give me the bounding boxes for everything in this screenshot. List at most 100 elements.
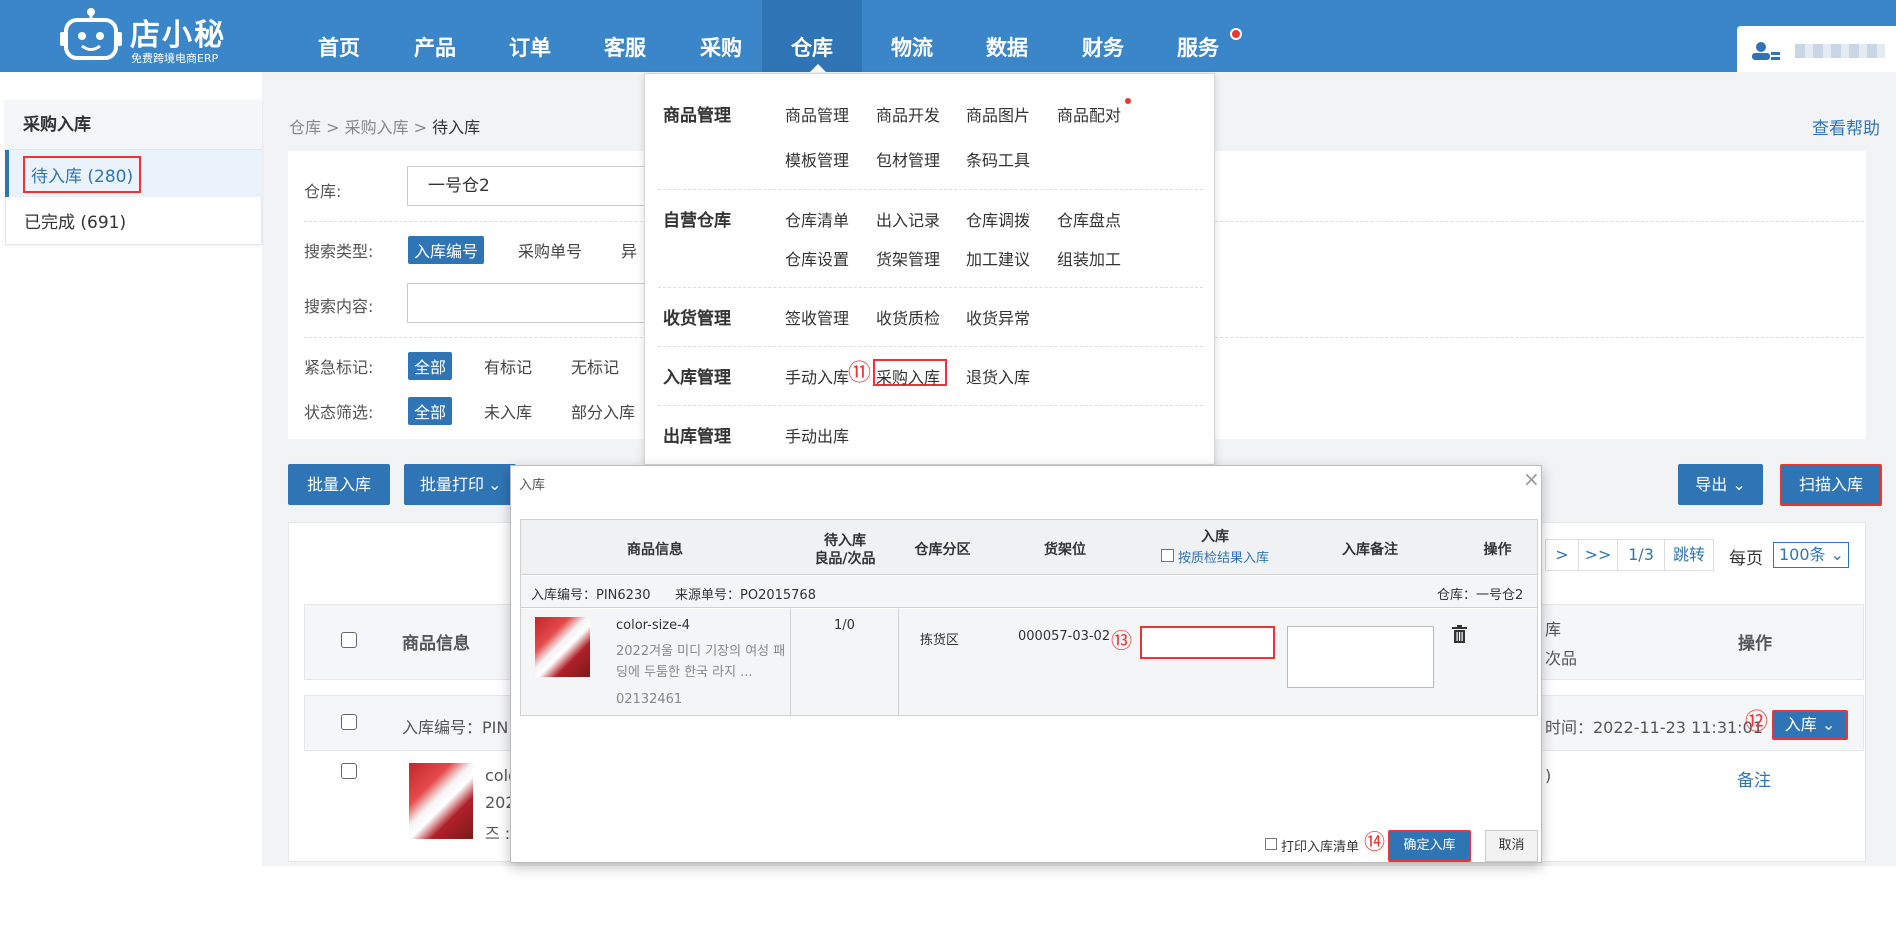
notification-dot bbox=[1230, 28, 1242, 40]
menu-item-product-dev[interactable]: 商品开发 bbox=[876, 102, 940, 126]
export-button[interactable]: 导出 ⌄ bbox=[1678, 464, 1763, 505]
urgent-all[interactable]: 全部 bbox=[408, 352, 453, 380]
per-page-select[interactable]: 100条 ⌄ bbox=[1773, 542, 1849, 568]
status-partial[interactable]: 部分入库 bbox=[571, 399, 635, 423]
status-all[interactable]: 全部 bbox=[408, 397, 453, 425]
batch-print-label: 批量打印 bbox=[420, 475, 485, 494]
menu-item-receiving-qc[interactable]: 收货质检 bbox=[876, 305, 940, 329]
nav-product[interactable]: 产品 bbox=[396, 0, 474, 72]
modal-product-thumbnail bbox=[535, 617, 590, 677]
trash-icon[interactable] bbox=[1452, 625, 1467, 643]
menu-item-manual-out[interactable]: 手动出库 bbox=[785, 423, 849, 447]
close-icon[interactable]: × bbox=[1523, 467, 1540, 491]
active-caret-icon bbox=[810, 64, 826, 72]
menu-divider bbox=[658, 346, 1203, 347]
search-type-exception[interactable]: 异 bbox=[621, 238, 637, 262]
status-not-in[interactable]: 未入库 bbox=[484, 399, 532, 423]
help-link[interactable]: 查看帮助 bbox=[1812, 114, 1880, 139]
nav-purchase[interactable]: 采购 bbox=[682, 0, 760, 72]
pager-last[interactable]: >> bbox=[1578, 539, 1618, 571]
menu-item-processing-advice[interactable]: 加工建议 bbox=[966, 246, 1030, 270]
warehouse-select[interactable]: 一号仓2 bbox=[407, 166, 647, 206]
menu-item-product-pairing[interactable]: 商品配对 bbox=[1057, 102, 1121, 126]
urgent-unmarked[interactable]: 无标记 bbox=[571, 354, 619, 378]
print-list-label[interactable]: 打印入库清单 bbox=[1281, 836, 1359, 855]
in-qty-input[interactable] bbox=[1140, 626, 1275, 659]
menu-section-product-mgmt: 商品管理 bbox=[663, 106, 731, 126]
urgent-marked[interactable]: 有标记 bbox=[484, 354, 532, 378]
qc-result-checkbox[interactable] bbox=[1161, 549, 1174, 562]
batch-in-button[interactable]: 批量入库 bbox=[288, 464, 390, 505]
breadcrumb-current: 待入库 bbox=[432, 118, 481, 137]
nav-order[interactable]: 订单 bbox=[491, 0, 569, 72]
menu-item-warehouse-list[interactable]: 仓库清单 bbox=[785, 207, 849, 231]
sidebar-item-pending-label[interactable]: 待入库 (280) bbox=[23, 156, 142, 193]
search-content-input[interactable] bbox=[407, 283, 647, 323]
menu-item-product-images[interactable]: 商品图片 bbox=[966, 102, 1030, 126]
menu-section-own-warehouse: 自营仓库 bbox=[663, 211, 731, 231]
row-inbound-no: 入库编号：PIN bbox=[402, 718, 509, 737]
menu-item-warehouse-settings[interactable]: 仓库设置 bbox=[785, 246, 849, 270]
row-in-label: 入库 bbox=[1784, 715, 1817, 734]
select-all-checkbox[interactable] bbox=[341, 632, 357, 648]
in-note-textarea[interactable] bbox=[1287, 626, 1434, 688]
search-type-inbound-no[interactable]: 入库编号 bbox=[408, 236, 485, 264]
cancel-button[interactable]: 取消 bbox=[1485, 830, 1538, 862]
qc-result-option[interactable]: 按质检结果入库 bbox=[1178, 547, 1269, 566]
annotation-13: ⑬ bbox=[1111, 629, 1132, 653]
item-checkbox[interactable] bbox=[341, 763, 357, 779]
menu-section-inbound: 入库管理 bbox=[663, 368, 731, 388]
menu-section-receiving: 收货管理 bbox=[663, 309, 731, 329]
annotation-11: ⑪ bbox=[848, 360, 871, 386]
menu-item-purchase-in[interactable]: 采购入库 bbox=[876, 364, 940, 388]
confirm-in-button[interactable]: 确定入库 bbox=[1388, 830, 1471, 862]
breadcrumb-path[interactable]: 仓库 > 采购入库 > bbox=[289, 118, 432, 137]
nav-logistics[interactable]: 物流 bbox=[873, 0, 951, 72]
nav-finance[interactable]: 财务 bbox=[1064, 0, 1142, 72]
modal-col-zone: 仓库分区 bbox=[914, 542, 971, 558]
sidebar-item-pending[interactable]: 待入库 (280) bbox=[5, 150, 262, 197]
pager-jump[interactable]: 跳转 bbox=[1664, 539, 1714, 571]
pager-current: 1/3 bbox=[1617, 539, 1665, 571]
menu-item-receiving-exception[interactable]: 收货异常 bbox=[966, 305, 1030, 329]
print-list-checkbox[interactable] bbox=[1265, 838, 1277, 850]
modal-col-note: 入库备注 bbox=[1342, 542, 1398, 558]
robot-logo-icon[interactable] bbox=[60, 8, 122, 62]
status-label: 状态筛选: bbox=[304, 403, 374, 422]
scan-in-button[interactable]: 扫描入库 bbox=[1780, 464, 1882, 506]
row-in-button[interactable]: 入库 ⌄ bbox=[1772, 710, 1848, 740]
search-type-purchase-no[interactable]: 采购单号 bbox=[518, 238, 582, 262]
menu-item-barcode-tool[interactable]: 条码工具 bbox=[966, 147, 1030, 171]
search-content-label: 搜索内容: bbox=[304, 297, 374, 316]
menu-item-in-out-records[interactable]: 出入记录 bbox=[876, 207, 940, 231]
nav-data[interactable]: 数据 bbox=[968, 0, 1046, 72]
menu-item-assembly[interactable]: 组装加工 bbox=[1057, 246, 1121, 270]
nav-customer-service[interactable]: 客服 bbox=[586, 0, 664, 72]
user-icon[interactable] bbox=[1752, 42, 1780, 60]
logo-title[interactable]: 店小秘 bbox=[130, 10, 226, 54]
pager-next[interactable]: > bbox=[1545, 539, 1579, 571]
modal-col-product: 商品信息 bbox=[627, 542, 683, 558]
row-note-link[interactable]: 备注 bbox=[1737, 766, 1771, 791]
per-page-label: 每页 bbox=[1729, 549, 1763, 569]
batch-print-button[interactable]: 批量打印 ⌄ bbox=[404, 464, 516, 505]
row-checkbox[interactable] bbox=[341, 714, 357, 730]
modal-col-pending-line1: 待入库 bbox=[824, 533, 866, 549]
sidebar-item-completed[interactable]: 已完成 (691) bbox=[24, 208, 126, 233]
menu-item-template-mgmt[interactable]: 模板管理 bbox=[785, 147, 849, 171]
nav-warehouse[interactable]: 仓库 bbox=[762, 0, 862, 72]
nav-service[interactable]: 服务 bbox=[1159, 0, 1237, 72]
menu-item-packaging-mgmt[interactable]: 包材管理 bbox=[876, 147, 940, 171]
col-product-header: 商品信息 bbox=[402, 634, 470, 654]
menu-item-return-in[interactable]: 退货入库 bbox=[966, 364, 1030, 388]
modal-col-location: 货架位 bbox=[1044, 542, 1086, 558]
menu-item-shelf-mgmt[interactable]: 货架管理 bbox=[876, 246, 940, 270]
product-text-partial-3: 즈 : bbox=[485, 824, 511, 843]
menu-item-manual-in[interactable]: 手动入库 bbox=[785, 364, 849, 388]
product-thumbnail[interactable] bbox=[409, 763, 473, 839]
menu-item-product-mgmt[interactable]: 商品管理 bbox=[785, 102, 849, 126]
menu-item-warehouse-transfer[interactable]: 仓库调拨 bbox=[966, 207, 1030, 231]
menu-item-sign-mgmt[interactable]: 签收管理 bbox=[785, 305, 849, 329]
menu-item-stocktake[interactable]: 仓库盘点 bbox=[1057, 207, 1121, 231]
nav-home[interactable]: 首页 bbox=[300, 0, 378, 72]
